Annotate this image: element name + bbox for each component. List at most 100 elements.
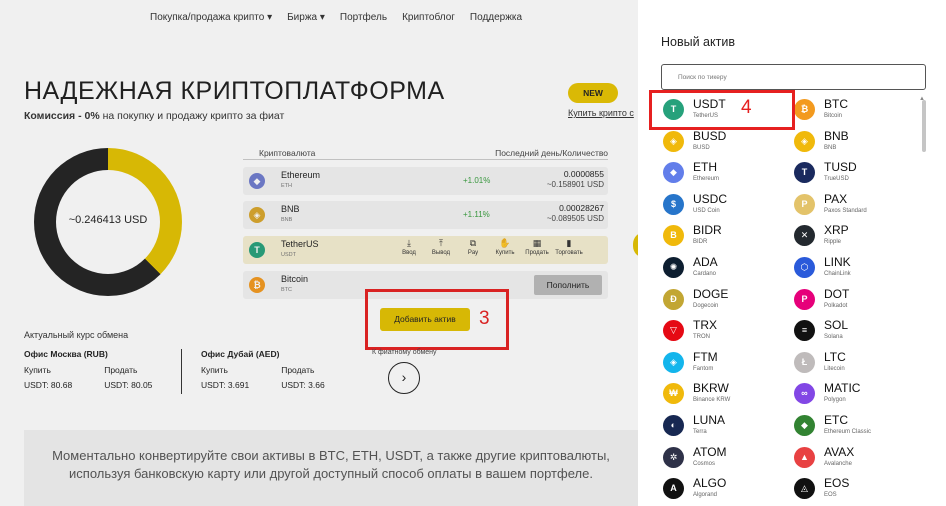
asset-option-ltc[interactable]: Ł LTC Litecoin [791,348,921,378]
trueusd-icon: T [794,162,815,184]
cosmos-icon: ✲ [663,446,684,468]
asset-full-name: Paxos Standard [824,207,867,214]
dogecoin-icon: Ð [663,288,684,310]
asset-ticker: TRX [693,318,717,333]
asset-full-name: Polkadot [824,302,848,309]
usdc-icon: $ [663,193,684,215]
asset-ticker: PAX [824,191,848,206]
asset-full-name: BIDR [693,239,708,246]
asset-full-name: EOS [824,492,837,499]
xrp-icon: ✕ [794,225,815,247]
asset-full-name: Algorand [693,492,718,499]
bnb-icon: ◈ [794,130,815,152]
asset-full-name: Bitcoin [824,113,843,119]
eos-icon: ◬ [794,478,815,500]
asset-option-busd[interactable]: ◈ BUSD BUSD [660,127,790,157]
asset-ticker: MATIC [824,381,861,396]
fantom-icon: ◈ [663,351,684,373]
asset-full-name: Avalanche [824,460,852,467]
asset-ticker: XRP [824,223,849,238]
algorand-icon: A [663,478,684,500]
asset-ticker: DOGE [693,286,729,301]
annotation-label-4: 4 [741,97,752,118]
asset-ticker: LINK [824,255,851,269]
bitcoin-icon: ₿ [794,99,815,120]
asset-option-xrp[interactable]: ✕ XRP Ripple [791,221,921,251]
asset-full-name: Litecoin [824,365,845,372]
asset-ticker: ATOM [693,444,727,459]
asset-option-doge[interactable]: Ð DOGE Dogecoin [660,285,790,315]
litecoin-icon: Ł [794,351,815,373]
asset-ticker: ALGO [693,476,727,491]
asset-option-tusd[interactable]: T TUSD TrueUSD [791,158,921,188]
asset-ticker: ADA [693,255,718,269]
asset-ticker: BTC [824,97,848,111]
asset-ticker: BKRW [693,381,729,396]
asset-full-name: Polygon [824,397,846,404]
asset-full-name: BUSD [693,144,710,151]
asset-full-name: Binance KRW [693,397,731,404]
asset-ticker: BUSD [693,128,727,143]
ethereum-icon: ◆ [663,162,684,184]
asset-full-name: Ethereum Classic [824,429,872,435]
asset-ticker: TUSD [824,160,857,175]
busd-icon: ◈ [663,130,684,152]
asset-full-name: TRON [693,334,710,341]
asset-option-bidr[interactable]: B BIDR BIDR [660,221,790,251]
polkadot-icon: P [794,288,815,310]
asset-ticker: LUNA [693,413,726,427]
asset-option-trx[interactable]: ▽ TRX TRON [660,316,790,346]
asset-full-name: Terra [693,429,707,435]
asset-ticker: BIDR [693,223,722,238]
asset-full-name: Cardano [693,271,717,277]
asset-option-link[interactable]: ⬡ LINK ChainLink [791,253,921,283]
asset-option-matic[interactable]: ∞ MATIC Polygon [791,379,921,409]
tron-icon: ▽ [663,320,684,342]
asset-option-ftm[interactable]: ◈ FTM Fantom [660,348,790,378]
bkrw-icon: ₩ [663,383,684,405]
asset-ticker: ETH [693,160,717,175]
asset-full-name: TrueUSD [824,176,849,183]
asset-ticker: DOT [824,286,850,301]
asset-option-eth[interactable]: ◆ ETH Ethereum [660,158,790,188]
modal-backdrop[interactable] [0,0,638,506]
asset-option-pax[interactable]: P PAX Paxos Standard [791,190,921,220]
asset-ticker: SOL [824,318,849,333]
scrollbar-thumb[interactable] [922,100,926,152]
ethereum-classic-icon: ◆ [794,415,815,436]
asset-full-name: Cosmos [693,460,716,467]
asset-option-btc[interactable]: ₿ BTC Bitcoin [791,95,921,125]
asset-option-bkrw[interactable]: ₩ BKRW Binance KRW [660,379,790,409]
panel-title: Новый актив [661,35,735,49]
terra-icon: ◐ [663,415,684,436]
solana-icon: ≡ [794,320,815,342]
asset-option-ada[interactable]: ✺ ADA Cardano [660,253,790,283]
asset-option-dot[interactable]: P DOT Polkadot [791,285,921,315]
asset-option-avax[interactable]: ▲ AVAX Avalanche [791,443,921,473]
asset-full-name: ChainLink [824,271,851,277]
asset-option-etc[interactable]: ◆ ETC Ethereum Classic [791,411,921,441]
chainlink-icon: ⬡ [794,257,815,278]
avalanche-icon: ▲ [794,446,815,468]
asset-ticker: BNB [824,128,849,143]
asset-full-name: USD Coin [693,207,720,214]
asset-option-algo[interactable]: A ALGO Algorand [660,474,790,504]
annotation-box-4 [649,90,795,130]
asset-option-eos[interactable]: ◬ EOS EOS [791,474,921,504]
cardano-icon: ✺ [663,257,684,278]
asset-ticker: USDC [693,191,728,206]
ticker-search-input[interactable] [661,64,926,90]
asset-full-name: Fantom [693,365,714,372]
asset-option-atom[interactable]: ✲ ATOM Cosmos [660,443,790,473]
asset-full-name: Solana [824,334,843,341]
asset-option-bnb[interactable]: ◈ BNB BNB [791,127,921,157]
asset-full-name: Ripple [824,239,842,246]
asset-option-luna[interactable]: ◐ LUNA Terra [660,411,790,441]
asset-ticker: FTM [693,349,718,364]
bidr-icon: B [663,225,684,247]
new-asset-panel: Новый актив TUSDTTetherUS₿BTCBitcoin◈BUS… [638,0,946,506]
asset-list-scrollbar[interactable] [919,95,927,506]
polygon-icon: ∞ [794,383,815,405]
asset-option-sol[interactable]: ≡ SOL Solana [791,316,921,346]
asset-option-usdc[interactable]: $ USDC USD Coin [660,190,790,220]
